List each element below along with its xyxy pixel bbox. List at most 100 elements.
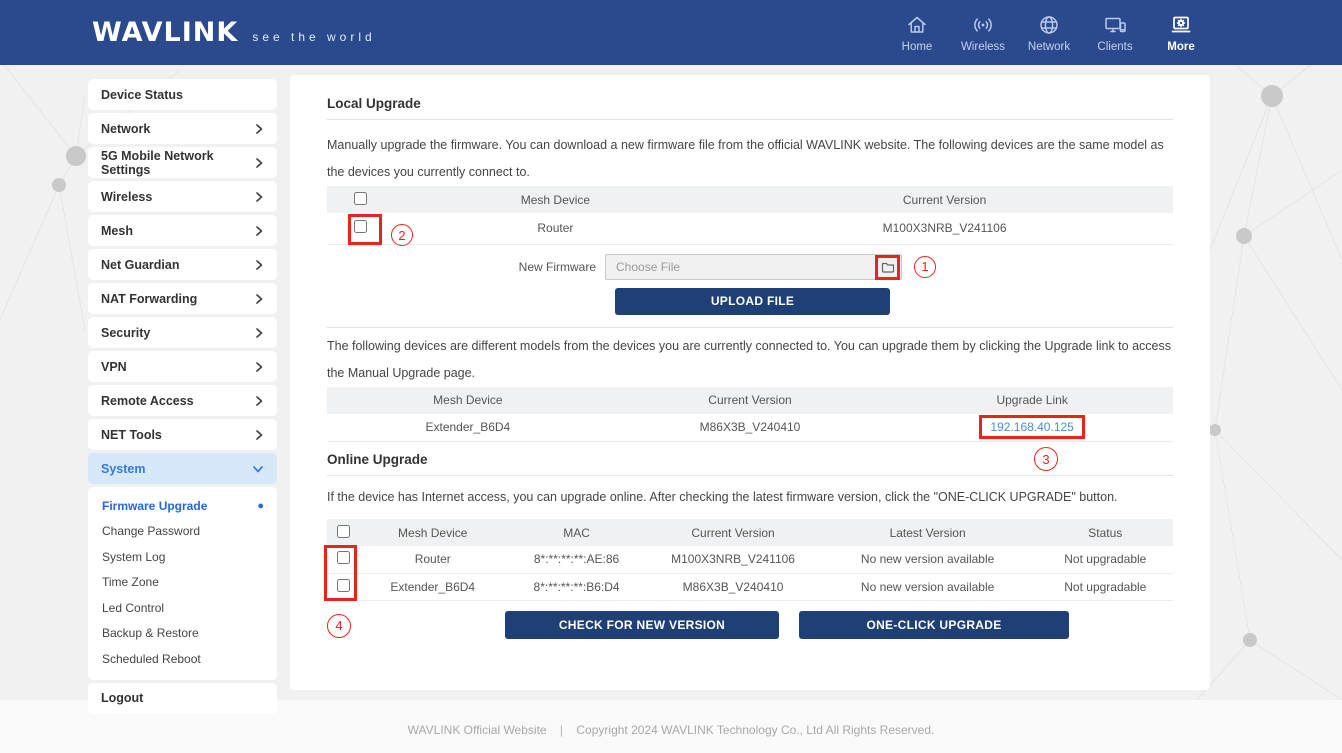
submenu-item-scheduled-reboot[interactable]: Scheduled Reboot: [88, 646, 277, 672]
sidebar-item-label: Wireless: [101, 190, 152, 204]
nav-label-network: Network: [1028, 41, 1070, 53]
sidebar-item-label: VPN: [101, 360, 127, 374]
submenu-item-system-log[interactable]: System Log: [88, 544, 277, 570]
col-header-current-version: Current Version: [716, 186, 1173, 213]
chevron-right-icon: [254, 259, 264, 271]
sidebar-item-logout[interactable]: Logout: [88, 683, 277, 714]
chevron-right-icon: [254, 293, 264, 305]
sidebar-item-wireless[interactable]: Wireless: [88, 181, 277, 212]
router-checkbox[interactable]: [337, 551, 350, 564]
select-all-header-cell: [327, 519, 361, 546]
footer-website-link[interactable]: WAVLINK Official Website: [408, 723, 547, 737]
local-upgrade-title: Local Upgrade: [327, 96, 1173, 111]
upgrade-link[interactable]: 192.168.40.125: [990, 420, 1073, 434]
chevron-right-icon: [254, 225, 264, 237]
sidebar-item-label: Security: [101, 326, 150, 340]
submenu-item-label: Led Control: [102, 601, 164, 615]
sidebar-item-label: Remote Access: [101, 394, 194, 408]
upload-file-button[interactable]: UPLOAD FILE: [615, 288, 890, 315]
annotation-number-4: 4: [327, 614, 351, 638]
sidebar-item-label: Net Guardian: [101, 258, 180, 272]
wavlink-logo: WAVLINK see the world: [92, 17, 376, 48]
nav-item-clients[interactable]: Clients: [1092, 12, 1138, 53]
row-checkbox-cell: [327, 546, 361, 573]
nav-item-home[interactable]: Home: [894, 12, 940, 53]
submenu-item-label: Scheduled Reboot: [102, 652, 201, 666]
clients-icon: [1102, 12, 1128, 38]
sidebar-item-net-guardian[interactable]: Net Guardian: [88, 249, 277, 280]
submenu-item-firmware-upgrade[interactable]: Firmware Upgrade ●: [88, 493, 277, 519]
sidebar-item-label: Logout: [101, 691, 143, 705]
local-upgrade-description: Manually upgrade the firmware. You can d…: [327, 132, 1173, 186]
sidebar-item-network[interactable]: Network: [88, 113, 277, 144]
submenu-item-label: Change Password: [102, 524, 200, 538]
sidebar-item-mesh[interactable]: Mesh: [88, 215, 277, 246]
sidebar-item-device-status[interactable]: Device Status: [88, 79, 277, 110]
upgrade-link-table-wrap: Mesh Device Current Version Upgrade Link…: [327, 387, 1173, 443]
sidebar-item-vpn[interactable]: VPN: [88, 351, 277, 382]
sidebar-item-nat-forwarding[interactable]: NAT Forwarding: [88, 283, 277, 314]
divider: [327, 119, 1173, 120]
col-header-status: Status: [1038, 519, 1173, 546]
chevron-right-icon: [254, 191, 264, 203]
globe-icon: [1037, 12, 1061, 38]
logo-text: WAVLINK: [92, 17, 238, 48]
nav-item-more[interactable]: More: [1158, 12, 1204, 53]
sidebar: Device Status Network 5G Mobile Network …: [88, 79, 277, 717]
active-dot: ●: [257, 500, 264, 512]
sidebar-item-net-tools[interactable]: NET Tools: [88, 419, 277, 450]
wireless-icon: [970, 12, 996, 38]
divider: [327, 475, 1173, 476]
router-checkbox[interactable]: [354, 220, 367, 233]
submenu-item-label: Firmware Upgrade: [102, 499, 207, 513]
sidebar-item-label: NAT Forwarding: [101, 292, 197, 306]
select-all-checkbox[interactable]: [337, 525, 350, 538]
online-upgrade-description: If the device has Internet access, you c…: [327, 484, 1173, 511]
online-upgrade-table: Mesh Device MAC Current Version Latest V…: [327, 519, 1173, 601]
chevron-right-icon: [254, 327, 264, 339]
extender-checkbox[interactable]: [337, 579, 350, 592]
browse-file-button[interactable]: [881, 261, 895, 273]
sidebar-item-label: NET Tools: [101, 428, 162, 442]
row-checkbox-cell: [327, 573, 361, 600]
col-header-mesh-device: Mesh Device: [327, 387, 609, 414]
local-upgrade-table: Mesh Device Current Version Router M100X…: [327, 186, 1173, 245]
submenu-item-change-password[interactable]: Change Password: [88, 519, 277, 545]
more-icon: [1169, 12, 1193, 38]
logo-tagline: see the world: [252, 30, 375, 44]
firmware-file-input[interactable]: Choose File: [605, 254, 902, 280]
one-click-upgrade-button[interactable]: ONE-CLICK UPGRADE: [799, 611, 1069, 639]
cell-status: Not upgradable: [1038, 573, 1173, 600]
cell-upgrade-link: 192.168.40.125: [891, 414, 1173, 442]
system-submenu: Firmware Upgrade ● Change Password Syste…: [88, 487, 277, 680]
nav-label-more: More: [1167, 41, 1194, 53]
submenu-item-led-control[interactable]: Led Control: [88, 595, 277, 621]
sidebar-item-label: Device Status: [101, 88, 183, 102]
col-header-latest-version: Latest Version: [818, 519, 1038, 546]
nav-item-network[interactable]: Network: [1026, 12, 1072, 53]
annotation-box-1: [875, 255, 900, 280]
submenu-item-time-zone[interactable]: Time Zone: [88, 570, 277, 596]
select-all-checkbox[interactable]: [354, 192, 367, 205]
sidebar-item-5g-mobile-network-settings[interactable]: 5G Mobile Network Settings: [88, 147, 277, 178]
nav-label-clients: Clients: [1097, 41, 1132, 53]
row-checkbox-cell: [327, 213, 395, 244]
online-upgrade-title: Online Upgrade: [327, 452, 1173, 467]
nav-item-wireless[interactable]: Wireless: [960, 12, 1006, 53]
sidebar-item-label: Mesh: [101, 224, 133, 238]
chevron-right-icon: [254, 123, 264, 135]
cell-version: M100X3NRB_V241106: [716, 213, 1173, 244]
chevron-right-icon: [254, 429, 264, 441]
select-all-header-cell: [327, 186, 395, 213]
sidebar-item-remote-access[interactable]: Remote Access: [88, 385, 277, 416]
top-navbar: WAVLINK see the world Home Wireless Netw…: [0, 0, 1342, 65]
online-upgrade-table-wrap: Mesh Device MAC Current Version Latest V…: [327, 519, 1173, 601]
cell-mac: 8*:**:**:**:B6:D4: [505, 573, 649, 600]
col-header-current-version: Current Version: [648, 519, 817, 546]
check-new-version-button[interactable]: CHECK FOR NEW VERSION: [505, 611, 779, 639]
sidebar-item-system[interactable]: System: [88, 453, 277, 484]
nav-label-home: Home: [902, 41, 933, 53]
navbar-menu: Home Wireless Network Clients More: [894, 12, 1204, 53]
submenu-item-backup-restore[interactable]: Backup & Restore: [88, 621, 277, 647]
sidebar-item-security[interactable]: Security: [88, 317, 277, 348]
